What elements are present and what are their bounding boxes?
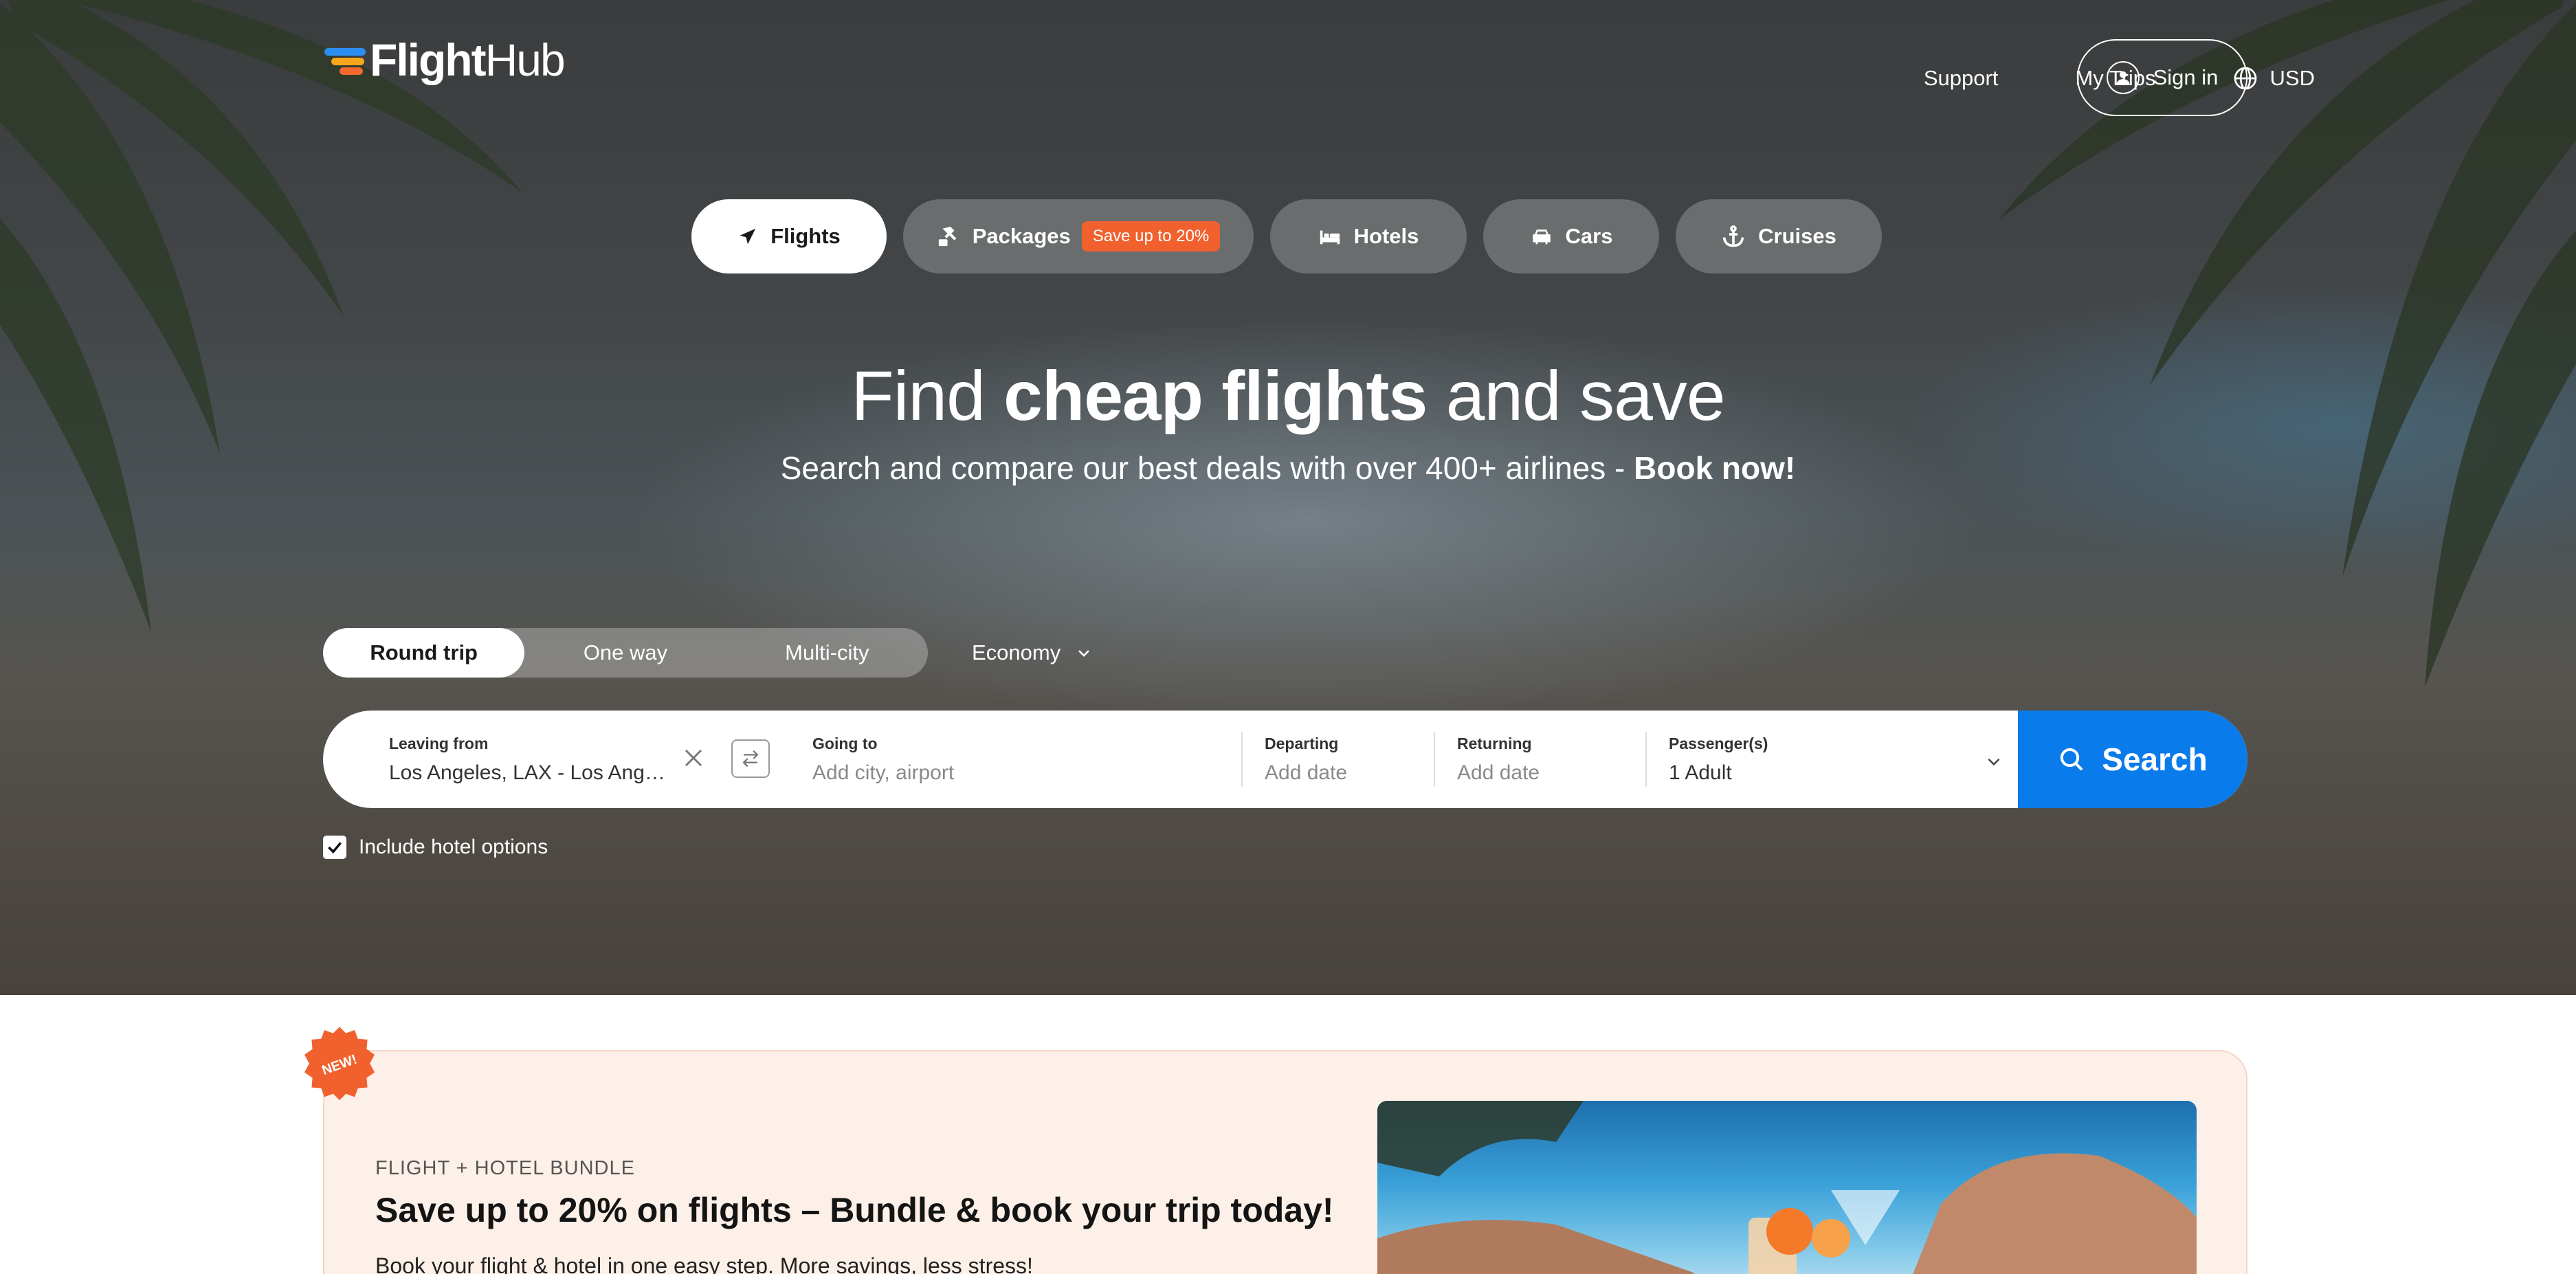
cabin-class-label: Economy: [972, 640, 1061, 664]
sign-in-button[interactable]: Sign in: [2077, 39, 2247, 116]
going-to-input[interactable]: Add city, airport: [812, 761, 1241, 785]
include-hotel-option[interactable]: Include hotel options: [323, 836, 548, 859]
plane-icon: [737, 226, 758, 247]
hero-headline: Find cheap flights and save: [851, 357, 1725, 435]
passengers-label: Passenger(s): [1669, 734, 1768, 752]
search-button-label: Search: [2102, 741, 2208, 777]
passengers-value[interactable]: 1 Adult: [1669, 761, 2030, 785]
flight-search-bar: Leaving from Los Angeles, LAX - Los Ang……: [323, 711, 2247, 808]
tab-cruises[interactable]: Cruises: [1676, 199, 1882, 273]
search-icon: [2058, 746, 2085, 773]
tab-cars[interactable]: Cars: [1483, 199, 1659, 273]
cabin-class-dropdown[interactable]: Economy: [972, 628, 1092, 678]
flighthub-logo[interactable]: FlightHub: [324, 34, 566, 85]
currency-label: USD: [2269, 66, 2315, 90]
leaving-from-field[interactable]: Leaving from Los Angeles, LAX - Los Ang…: [323, 711, 790, 808]
anchor-icon: [1721, 224, 1746, 249]
departing-label: Departing: [1265, 734, 1339, 752]
tab-packages-label: Packages: [972, 224, 1071, 248]
beach-drinks-photo: [1377, 1101, 2197, 1274]
returning-date-input[interactable]: Add date: [1457, 761, 1645, 785]
sign-in-label: Sign in: [2153, 65, 2219, 89]
logo-mark-icon: [324, 43, 367, 77]
tab-flights-label: Flights: [770, 224, 841, 248]
include-hotel-checkbox[interactable]: [323, 836, 346, 859]
chevron-down-icon: [1076, 645, 1092, 661]
user-icon: [2106, 61, 2140, 94]
trip-type-toggle: Round trip One way Multi-city: [323, 628, 928, 678]
support-link[interactable]: Support: [1924, 40, 1999, 117]
departing-date-input[interactable]: Add date: [1265, 761, 1434, 785]
include-hotel-label: Include hotel options: [359, 836, 548, 858]
leaving-from-label: Leaving from: [389, 734, 489, 752]
tab-flights[interactable]: Flights: [691, 199, 887, 273]
car-icon: [1530, 225, 1553, 248]
bed-icon: [1318, 225, 1342, 248]
search-button[interactable]: Search: [2018, 711, 2247, 808]
tab-cars-label: Cars: [1565, 224, 1613, 248]
hero-subheadline: Search and compare our best deals with o…: [780, 450, 1796, 486]
returning-label: Returning: [1457, 734, 1532, 752]
chevron-down-icon[interactable]: [1985, 752, 2003, 770]
packages-save-badge: Save up to 20%: [1081, 221, 1221, 252]
tab-cruises-label: Cruises: [1758, 224, 1836, 248]
trip-type-multi-city[interactable]: Multi-city: [726, 628, 928, 678]
tab-hotels-label: Hotels: [1353, 224, 1419, 248]
passengers-field[interactable]: Passenger(s) 1 Adult: [1645, 732, 2030, 787]
product-tabs: Flights Packages Save up to 20% Hotels C…: [691, 199, 1898, 273]
swap-airports-icon[interactable]: [731, 739, 770, 778]
promo-description: Book your flight & hotel in one easy ste…: [375, 1253, 1033, 1274]
tab-hotels[interactable]: Hotels: [1270, 199, 1467, 273]
trip-type-round-trip[interactable]: Round trip: [323, 628, 525, 678]
palm-leaves-image: [0, 0, 522, 632]
logo-text: FlightHub: [370, 34, 566, 85]
leaving-from-value[interactable]: Los Angeles, LAX - Los Ang…: [389, 761, 790, 785]
promo-eyebrow: FLIGHT + HOTEL BUNDLE: [375, 1157, 635, 1179]
departing-field[interactable]: Departing Add date: [1241, 732, 1434, 787]
new-badge: NEW!: [304, 1027, 375, 1101]
hero-section: FlightHub Support My Trips USD Sign in F…: [0, 0, 2576, 995]
clear-origin-icon[interactable]: [680, 745, 707, 771]
going-to-field[interactable]: Going to Add city, airport: [790, 711, 1241, 808]
tab-packages[interactable]: Packages Save up to 20%: [903, 199, 1254, 273]
going-to-label: Going to: [812, 734, 878, 752]
trip-type-one-way[interactable]: One way: [524, 628, 726, 678]
returning-field[interactable]: Returning Add date: [1434, 732, 1645, 787]
promo-title: Save up to 20% on flights – Bundle & boo…: [375, 1191, 1334, 1229]
package-icon: [937, 225, 960, 248]
